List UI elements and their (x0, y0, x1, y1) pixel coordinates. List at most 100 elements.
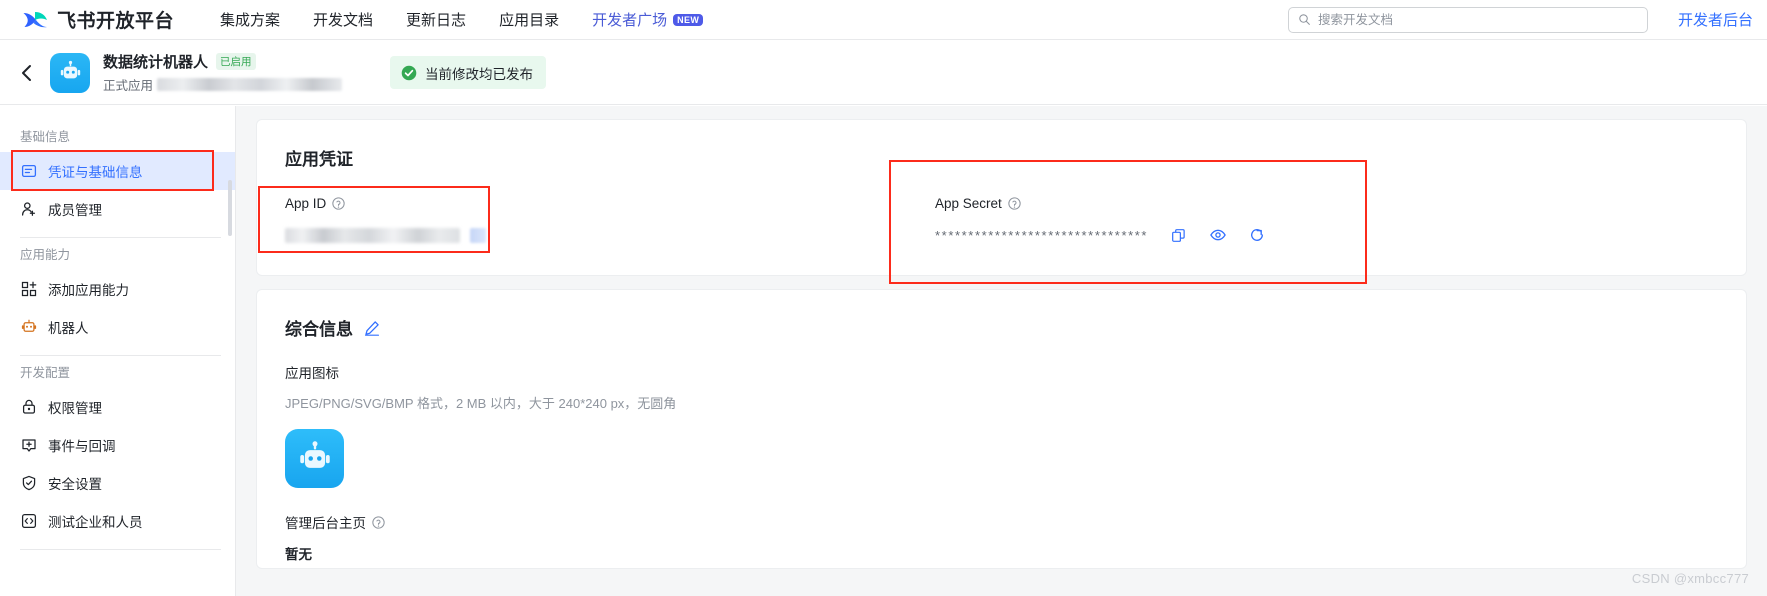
sidebar-group-title-devconfig: 开发配置 (20, 366, 71, 380)
sidebar-item-security[interactable]: 安全设置 (0, 464, 235, 502)
page-root: 飞书开放平台 集成方案 开发文档 更新日志 应用目录 开发者广场 NEW 开发者后… (0, 0, 1767, 596)
brand-name: 飞书开放平台 (57, 11, 175, 32)
redacted-app-id-value (285, 227, 460, 243)
nav-item-developer-square-label: 开发者广场 (592, 12, 668, 29)
credential-card: 应用凭证 App ID App Secret *****************… (256, 119, 1747, 276)
main-content: 应用凭证 App ID App Secret *****************… (236, 106, 1767, 596)
shield-check-icon (20, 475, 37, 492)
app-title: 数据统计机器人 (103, 54, 209, 71)
check-circle-icon (401, 65, 417, 80)
info-card-title: 综合信息 (285, 320, 353, 339)
sidebar-item-robot-label: 机器人 (48, 321, 89, 336)
nav-item-integration[interactable]: 集成方案 (220, 9, 280, 30)
app-title-row: 数据统计机器人 已启用 (103, 51, 342, 72)
sidebar-divider-3 (20, 549, 221, 550)
publish-status-banner: 当前修改均已发布 (390, 56, 547, 89)
credential-card-title: 应用凭证 (285, 150, 353, 169)
info-card: 综合信息 应用图标 JPEG/PNG/SVG/BMP 格式，2 MB 以内，大于… (256, 289, 1747, 569)
admin-home-value: 暂无 (285, 547, 312, 562)
app-meta: 数据统计机器人 已启用 正式应用 (103, 51, 343, 94)
publish-status-text: 当前修改均已发布 (425, 66, 534, 82)
app-secret-masked-value: ******************************** (935, 227, 1149, 243)
lock-icon (20, 399, 37, 416)
sidebar-item-add-capability[interactable]: 添加应用能力 (0, 270, 235, 308)
status-badge: 已启用 (216, 53, 256, 70)
search-input[interactable] (1317, 12, 1638, 27)
robot-icon (20, 319, 37, 336)
credential-icon (20, 163, 37, 180)
event-icon (20, 437, 37, 454)
nav-item-developer-square[interactable]: 开发者广场 NEW (592, 9, 704, 30)
feishu-logo-icon (23, 11, 47, 27)
app-id-value-row[interactable] (285, 225, 885, 245)
app-secret-label-row: App Secret (935, 196, 1535, 211)
sidebar-group-title-capability: 应用能力 (20, 248, 71, 262)
admin-home-label: 管理后台主页 (285, 516, 366, 531)
developer-console-link[interactable]: 开发者后台 (1678, 9, 1753, 30)
sidebar-item-members-label: 成员管理 (48, 203, 102, 218)
sidebar-item-test-org[interactable]: 测试企业和人员 (0, 502, 235, 540)
app-header: 数据统计机器人 已启用 正式应用 当前修改均已发布 (0, 41, 1767, 105)
show-secret-button[interactable] (1209, 227, 1226, 244)
sidebar-item-security-label: 安全设置 (48, 477, 102, 492)
sidebar-item-permissions[interactable]: 权限管理 (0, 388, 235, 426)
nav-item-app-directory[interactable]: 应用目录 (499, 9, 559, 30)
top-navigation-bar: 飞书开放平台 集成方案 开发文档 更新日志 应用目录 开发者广场 NEW 开发者后… (0, 0, 1767, 40)
admin-home-field: 管理后台主页 暂无 (257, 512, 1746, 563)
question-circle-icon[interactable] (372, 515, 385, 529)
app-subtitle-row: 正式应用 (103, 75, 343, 94)
app-icon-preview[interactable] (285, 429, 344, 488)
app-icon-field-label: 应用图标 (285, 366, 339, 381)
sidebar-item-events-label: 事件与回调 (48, 439, 116, 454)
grid-add-icon (20, 281, 37, 298)
info-card-title-row: 综合信息 (257, 290, 1746, 340)
question-circle-icon[interactable] (332, 197, 345, 210)
app-id-label: App ID (285, 196, 327, 211)
sidebar-item-test-org-label: 测试企业和人员 (48, 515, 143, 530)
sidebar-divider-1 (20, 237, 221, 238)
app-icon-field: 应用图标 JPEG/PNG/SVG/BMP 格式，2 MB 以内，大于 240*… (257, 340, 1746, 488)
nav-item-docs[interactable]: 开发文档 (313, 9, 373, 30)
search-icon (1299, 14, 1310, 25)
robot-avatar-icon (299, 440, 330, 468)
main-nav-items: 集成方案 开发文档 更新日志 应用目录 开发者广场 NEW (220, 9, 704, 30)
app-id-label-row: App ID (285, 196, 885, 211)
app-avatar (50, 52, 90, 93)
question-circle-icon[interactable] (1008, 197, 1021, 210)
eye-icon (1209, 229, 1226, 241)
sidebar-item-robot[interactable]: 机器人 (0, 308, 235, 346)
back-button[interactable] (16, 63, 36, 83)
app-secret-block: App Secret *****************************… (935, 196, 1535, 245)
brand[interactable]: 飞书开放平台 (22, 6, 174, 33)
search-box[interactable] (1287, 6, 1648, 33)
pencil-edit-icon[interactable] (364, 320, 380, 336)
app-icon-field-description: JPEG/PNG/SVG/BMP 格式，2 MB 以内，大于 240*240 p… (285, 396, 677, 411)
app-id-block: App ID (285, 196, 885, 245)
app-secret-label: App Secret (935, 196, 1002, 211)
content-scrollbar[interactable] (228, 180, 232, 236)
copy-secret-button[interactable] (1170, 227, 1187, 244)
sidebar-item-add-capability-label: 添加应用能力 (48, 283, 129, 298)
credential-row: App ID App Secret **********************… (257, 170, 1746, 275)
user-add-icon (20, 201, 37, 218)
watermark: CSDN @xmbcc777 (1631, 571, 1749, 586)
sidebar-item-permissions-label: 权限管理 (48, 401, 102, 416)
sidebar-item-events[interactable]: 事件与回调 (0, 426, 235, 464)
chevron-left-icon (21, 64, 31, 81)
admin-home-label-row: 管理后台主页 (285, 512, 1746, 532)
sidebar-item-members[interactable]: 成员管理 (0, 190, 235, 228)
sidebar-divider-2 (20, 355, 221, 356)
robot-avatar-icon (60, 60, 80, 79)
sidebar-item-credentials[interactable]: 凭证与基础信息 (0, 152, 235, 190)
app-subtitle: 正式应用 (103, 79, 154, 93)
copy-icon (1172, 228, 1185, 242)
refresh-icon (1250, 229, 1263, 241)
sidebar-item-credentials-label: 凭证与基础信息 (48, 165, 143, 180)
code-icon (20, 513, 37, 530)
refresh-secret-button[interactable] (1248, 227, 1265, 244)
redacted-app-id-copy-icon (470, 227, 486, 243)
nav-item-changelog[interactable]: 更新日志 (406, 9, 466, 30)
nav-right-area: 开发者后台 (1287, 6, 1753, 33)
redacted-app-id-text (157, 78, 343, 91)
sidebar: 基础信息 凭证与基础信息 成员管理 应用能力 添加应用能力 机器人 开发配置 权… (0, 106, 236, 596)
